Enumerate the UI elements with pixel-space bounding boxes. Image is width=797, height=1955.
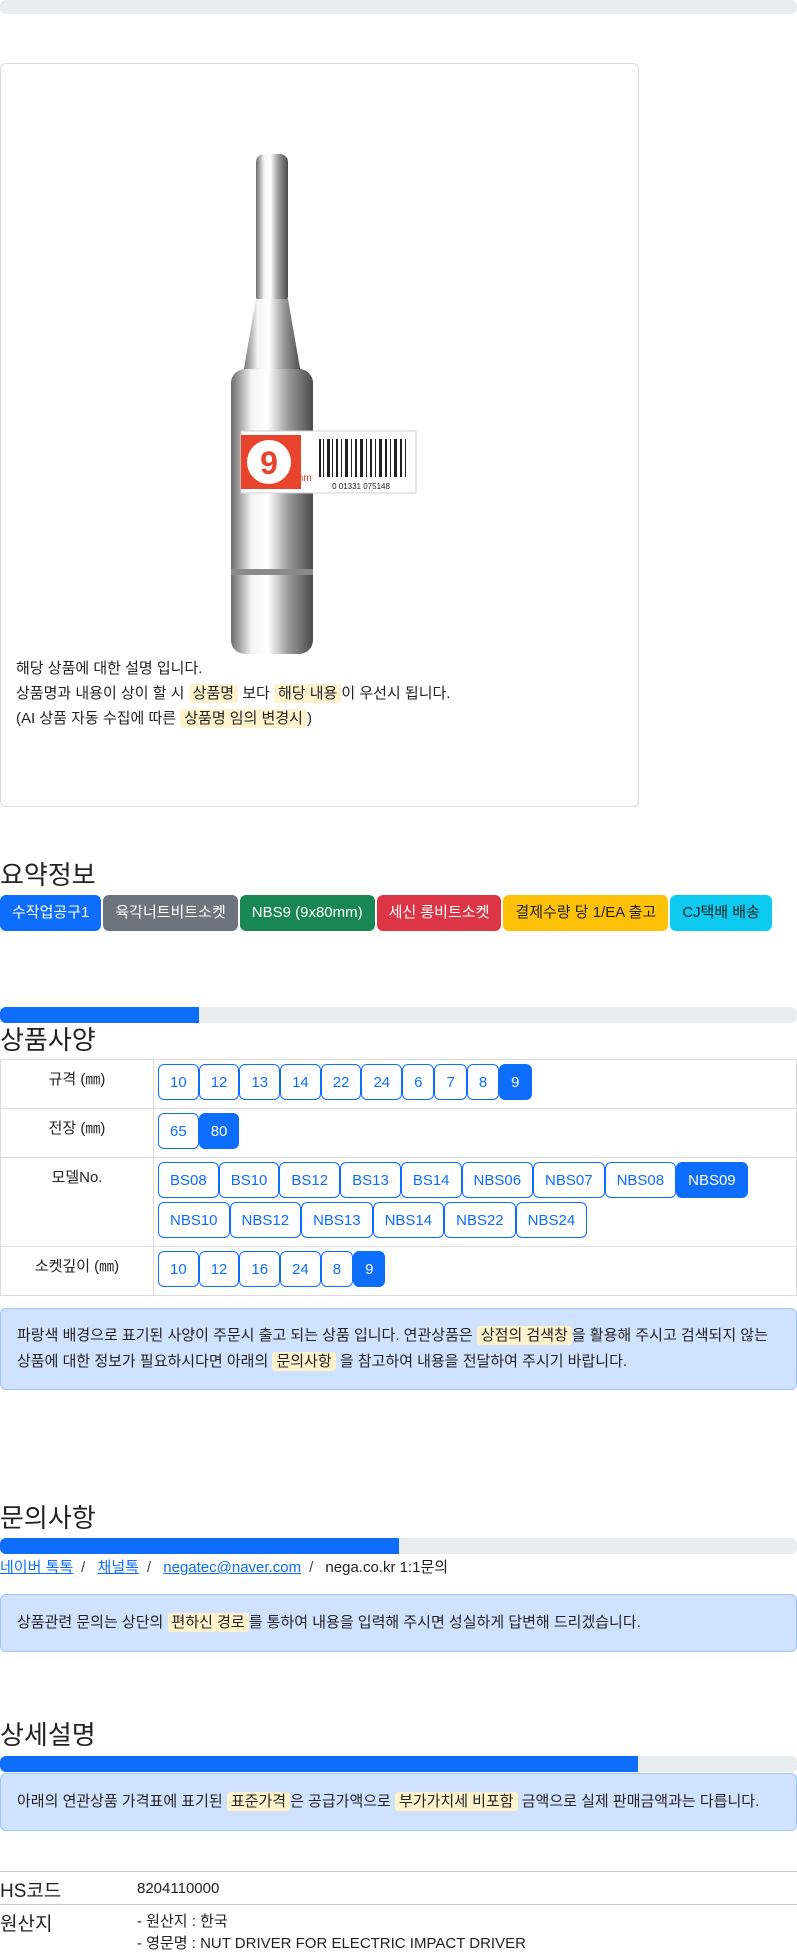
spec-option-button[interactable]: 80 xyxy=(198,1113,240,1149)
product-image: 9 mm 0 01331 075148 xyxy=(231,154,417,654)
summary-title: 요약정보 xyxy=(0,860,96,890)
spec-option-button[interactable]: 10 xyxy=(158,1251,199,1287)
spec-option-button[interactable]: NBS10 xyxy=(158,1202,230,1238)
spec-option-button[interactable]: BS08 xyxy=(158,1162,219,1198)
spec-option-button[interactable]: 9 xyxy=(499,1064,532,1100)
spec-option-button[interactable]: 8 xyxy=(466,1064,500,1100)
spec-option-button[interactable]: 12 xyxy=(198,1064,240,1100)
summary-badge: 수작업공구1 xyxy=(0,895,102,931)
spec-row: 모델No. BS08 BS10 BS12 BS13 BS14 NBS06 NBS07 NBS08… xyxy=(0,1157,797,1247)
spec-option-button[interactable]: 9 xyxy=(353,1251,386,1287)
summary-badge: 세신 롱비트소켓 xyxy=(376,895,502,931)
origin-label: 원산지 xyxy=(0,1914,53,1935)
spec-progress-bar xyxy=(0,1007,797,1023)
summary-badge: 결제수량 당 1/EA 출고 xyxy=(503,895,669,931)
label-size-text: 9 xyxy=(260,445,278,481)
spec-option-button[interactable]: NBS12 xyxy=(229,1202,302,1238)
spec-label: 모델No. xyxy=(0,1157,154,1247)
naver-talk-link[interactable]: 네이버 톡톡 xyxy=(0,1559,73,1576)
inquiry-title: 문의사항 xyxy=(0,1503,96,1533)
spec-option-button[interactable]: NBS14 xyxy=(372,1202,445,1238)
spec-option-button[interactable]: BS10 xyxy=(218,1162,280,1198)
spec-options: 65 80 xyxy=(153,1108,797,1158)
hs-code-label: HS코드 xyxy=(0,1881,62,1902)
spec-options: 10 12 16 24 8 9 xyxy=(153,1246,797,1296)
highlight: 문의사항 xyxy=(272,1352,336,1371)
spec-option-button[interactable]: 65 xyxy=(158,1113,199,1149)
spec-option-button[interactable]: NBS13 xyxy=(301,1202,373,1238)
highlight: 상품명 xyxy=(188,684,239,703)
spec-label: 소켓깊이 (㎜) xyxy=(0,1246,154,1296)
inquiry-notice: 상품관련 문의는 상단의 편하신 경로 를 통하여 내용을 입력해 주시면 성실하… xyxy=(0,1594,797,1652)
spec-row: 소켓깊이 (㎜) 10 12 16 24 8 9 xyxy=(0,1246,797,1296)
channel-talk-link[interactable]: 채널톡 xyxy=(98,1559,139,1576)
detail-notice: 아래의 연관상품 가격표에 표기된 표준가격 은 공급가액으로 부가가치세 비포함… xyxy=(0,1773,797,1831)
spec-option-button[interactable]: NBS09 xyxy=(676,1162,748,1198)
highlight: 상점의 검색창 xyxy=(476,1326,572,1345)
description-line: 해당 상품에 대한 설명 입니다. xyxy=(16,660,203,677)
hs-code-row: HS코드 8204110000 xyxy=(0,1871,797,1904)
summary-badge: 육각너트비트소켓 xyxy=(103,895,238,931)
top-progress-bar xyxy=(0,0,797,14)
email-link[interactable]: negatec@naver.com xyxy=(163,1559,301,1576)
description-line: (AI 상품 자동 수집에 따른 상품명 임의 변경시) xyxy=(16,709,312,728)
spec-option-button[interactable]: 16 xyxy=(239,1251,281,1287)
spec-option-button[interactable]: 8 xyxy=(320,1251,354,1287)
detail-progress-bar xyxy=(0,1756,797,1772)
spec-option-button[interactable]: 13 xyxy=(239,1064,281,1100)
spec-option-button[interactable]: 14 xyxy=(280,1064,321,1100)
spec-option-button[interactable]: 24 xyxy=(280,1251,321,1287)
highlight: 상품명 임의 변경시 xyxy=(180,709,307,728)
spec-option-button[interactable]: 12 xyxy=(198,1251,240,1287)
inquiry-progress-bar xyxy=(0,1538,797,1554)
spec-option-button[interactable]: BS13 xyxy=(340,1162,401,1198)
spec-option-button[interactable]: 22 xyxy=(320,1064,362,1100)
highlight: 표준가격 xyxy=(226,1792,291,1811)
spec-option-button[interactable]: BS14 xyxy=(400,1162,462,1198)
spec-options: 10 12 13 14 22 24 6 7 8 9 xyxy=(153,1059,797,1109)
spec-notice: 파랑색 배경으로 표기된 사양이 주문시 출고 되는 상품 입니다. 연관상품은… xyxy=(0,1308,797,1390)
label-barcode-text: 0 01331 075148 xyxy=(332,482,390,491)
spec-title: 상품사양 xyxy=(0,1025,96,1055)
spec-option-button[interactable]: 7 xyxy=(434,1064,467,1100)
spec-row: 전장 (㎜) 65 80 xyxy=(0,1108,797,1158)
product-description: 해당 상품에 대한 설명 입니다. 상품명과 내용이 상이 할 시 상품명 보다… xyxy=(16,656,450,731)
inquiry-links: 네이버 톡톡 / 채널톡 / negatec@naver.com / nega.co.… xyxy=(0,1559,449,1576)
spec-options: BS08 BS10 BS12 BS13 BS14 NBS06 NBS07 NBS08 NBS09… xyxy=(153,1157,797,1247)
origin-value: - 원산지 : 한국 - 영문명 : NUT DRIVER FOR ELECTR… xyxy=(137,1905,526,1955)
spec-option-button[interactable]: NBS08 xyxy=(604,1162,677,1198)
detail-progress-fill xyxy=(0,1756,638,1772)
inquiry-progress-fill xyxy=(0,1538,399,1554)
spec-option-button[interactable]: NBS22 xyxy=(444,1202,516,1238)
summary-badge: CJ택배 배송 xyxy=(670,895,772,931)
spec-option-button[interactable]: 10 xyxy=(158,1064,199,1100)
spec-label: 전장 (㎜) xyxy=(0,1108,154,1158)
origin-row: 원산지 - 원산지 : 한국 - 영문명 : NUT DRIVER FOR EL… xyxy=(0,1904,797,1955)
site-inquiry-text: nega.co.kr 1:1문의 xyxy=(325,1559,449,1576)
spec-option-button[interactable]: 24 xyxy=(361,1064,403,1100)
spec-option-button[interactable]: NBS24 xyxy=(515,1202,588,1238)
spec-table: 규격 (㎜) 10 12 13 14 22 24 6 7 8 9 전장 (㎜) 65 80 모델No. BS0… xyxy=(0,1059,797,1296)
highlight: 편하신 경로 xyxy=(167,1613,249,1632)
hs-code-value: 8204110000 xyxy=(137,1880,220,1897)
spec-option-button[interactable]: 6 xyxy=(402,1064,435,1100)
spec-option-button[interactable]: NBS07 xyxy=(533,1162,605,1198)
highlight: 해당 내용 xyxy=(273,684,342,703)
detail-title: 상세설명 xyxy=(0,1720,96,1750)
spec-label: 규격 (㎜) xyxy=(0,1059,154,1109)
label-unit-text: mm xyxy=(295,473,312,484)
detail-info-table: HS코드 8204110000 원산지 - 원산지 : 한국 - 영문명 : N… xyxy=(0,1871,797,1955)
spec-option-button[interactable]: BS12 xyxy=(279,1162,341,1198)
description-line: 상품명과 내용이 상이 할 시 상품명 보다 해당 내용 이 우선시 됩니다. xyxy=(16,684,451,703)
highlight: 부가가치세 비포함 xyxy=(395,1792,518,1811)
summary-badge: NBS9 (9x80mm) xyxy=(239,895,375,931)
summary-badges: 수작업공구1 육각너트비트소켓 NBS9 (9x80mm) 세신 롱비트소켓 결제수량 … xyxy=(0,895,772,931)
origin-line: - 원산지 : 한국 xyxy=(137,1913,228,1930)
spec-option-button[interactable]: NBS06 xyxy=(461,1162,534,1198)
spec-row: 규격 (㎜) 10 12 13 14 22 24 6 7 8 9 xyxy=(0,1059,797,1109)
